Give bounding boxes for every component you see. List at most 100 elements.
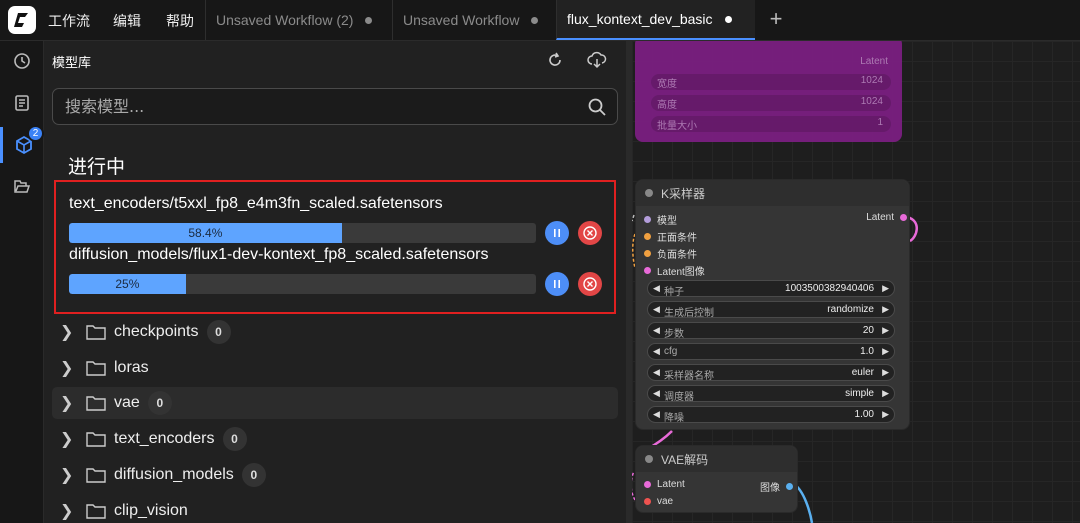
node-header[interactable]: VAE解码 <box>636 446 797 472</box>
widget-value: 1.00 <box>854 409 874 420</box>
seed-widget[interactable]: ◀ 种子 1003500382940406 ▶ <box>647 280 895 298</box>
cfg-widget[interactable]: ◀ cfg 1.0 ▶ <box>647 343 895 360</box>
workflows-button[interactable] <box>0 169 44 205</box>
node-title: K采样器 <box>661 186 706 201</box>
chevron-right-icon: ❯ <box>60 324 74 341</box>
folder-name: text_encoders <box>114 430 215 447</box>
collapse-dot-icon[interactable] <box>645 455 653 463</box>
input-model[interactable]: 模型 <box>644 212 677 227</box>
widget-label: 生成后控制 <box>664 308 714 319</box>
tab-unsaved-workflow-2[interactable]: Unsaved Workflow (2) <box>205 0 392 40</box>
tab-label: flux_kontext_dev_basic <box>567 11 713 27</box>
cancel-button[interactable] <box>578 221 602 245</box>
cancel-button[interactable] <box>578 272 602 296</box>
control-after-generate-widget[interactable]: ◀ 生成后控制 randomize ▶ <box>647 301 895 319</box>
pause-button[interactable] <box>545 221 569 245</box>
batch-size-widget[interactable]: 批量大小 1 <box>651 116 891 132</box>
cloud-download-button[interactable] <box>586 49 608 71</box>
height-widget[interactable]: 高度 1024 <box>651 95 891 111</box>
input-negative[interactable]: 负面条件 <box>644 246 697 261</box>
folder-diffusion-models[interactable]: ❯ diffusion_models 0 <box>52 459 618 491</box>
tab-unsaved-workflow[interactable]: Unsaved Workflow <box>392 0 556 40</box>
input-latent[interactable]: Latent <box>644 479 685 490</box>
workflow-canvas[interactable]: Latent 宽度 1024 高度 1024 批量大小 1 K采样器 模型 正面… <box>632 41 1080 523</box>
queue-icon <box>15 95 29 111</box>
node-header[interactable]: K采样器 <box>636 180 909 206</box>
unsaved-dot-icon[interactable] <box>365 16 373 24</box>
slot-label: 负面条件 <box>657 250 697 261</box>
sidebar-rail: 2 <box>0 41 44 523</box>
slot-label: Latent <box>657 479 685 490</box>
empty-latent-node[interactable]: Latent 宽度 1024 高度 1024 批量大小 1 <box>635 41 902 142</box>
collapse-dot-icon[interactable] <box>645 189 653 197</box>
pause-button[interactable] <box>545 272 569 296</box>
widget-label: 种子 <box>664 287 684 298</box>
search-icon[interactable] <box>587 97 607 117</box>
menu-edit[interactable]: 编辑 <box>113 0 141 41</box>
folder-open-icon <box>14 180 31 193</box>
vae-decode-node[interactable]: VAE解码 Latent vae 图像 <box>635 445 798 513</box>
input-vae[interactable]: vae <box>644 496 673 507</box>
folder-icon <box>86 468 106 483</box>
folder-vae[interactable]: ❯ vae 0 <box>52 387 618 419</box>
folder-loras[interactable]: ❯ loras <box>52 352 618 384</box>
tab-label: Unsaved Workflow (2) <box>216 12 354 28</box>
folder-count-badge: 0 <box>147 391 172 415</box>
widget-label: 步数 <box>664 329 684 340</box>
refresh-button[interactable] <box>544 49 566 71</box>
input-latent-image[interactable]: Latent图像 <box>644 263 705 278</box>
menu-help[interactable]: 帮助 <box>166 0 194 41</box>
scheduler-widget[interactable]: ◀ 调度器 simple ▶ <box>647 385 895 403</box>
width-widget[interactable]: 宽度 1024 <box>651 74 891 90</box>
denoise-widget[interactable]: ◀ 降噪 1.00 ▶ <box>647 406 895 424</box>
download-name: text_encoders/t5xxl_fp8_e4m3fn_scaled.sa… <box>69 195 443 212</box>
widget-value: 1003500382940406 <box>785 283 874 294</box>
model-library-button[interactable]: 2 <box>0 125 44 163</box>
output-image[interactable]: 图像 <box>760 479 793 494</box>
folder-icon <box>86 396 106 411</box>
search-input[interactable] <box>65 89 565 124</box>
slot-label: 图像 <box>760 483 780 494</box>
comfyui-logo-icon[interactable] <box>8 6 36 34</box>
widget-label: 调度器 <box>664 392 694 403</box>
model-library-badge: 2 <box>27 125 44 142</box>
folder-checkpoints[interactable]: ❯ checkpoints 0 <box>52 316 618 348</box>
history-icon <box>14 53 30 69</box>
ksampler-node[interactable]: K采样器 模型 正面条件 负面条件 Latent图像 Latent ◀ 种子 100… <box>635 179 910 430</box>
steps-widget[interactable]: ◀ 步数 20 ▶ <box>647 322 895 340</box>
tab-flux-kontext-dev-basic[interactable]: flux_kontext_dev_basic <box>556 0 755 40</box>
widget-value: 1 <box>877 117 883 128</box>
chevron-right-icon: ❯ <box>60 431 74 448</box>
menu-workflow[interactable]: 工作流 <box>48 0 90 41</box>
folder-text-encoders[interactable]: ❯ text_encoders 0 <box>52 423 618 455</box>
slot-label: vae <box>657 496 674 507</box>
unsaved-dot-icon[interactable] <box>531 16 539 24</box>
chevron-right-icon: ❯ <box>60 503 74 520</box>
cancel-icon <box>583 277 597 291</box>
pause-icon <box>554 280 560 288</box>
input-positive[interactable]: 正面条件 <box>644 229 697 244</box>
folder-name: vae <box>114 394 140 411</box>
widget-value: simple <box>845 388 874 399</box>
tab-label: Unsaved Workflow <box>403 12 520 28</box>
search-box <box>52 88 618 125</box>
folder-count-badge: 0 <box>222 427 247 451</box>
progress-label: 58.4% <box>188 226 223 240</box>
widget-value: euler <box>851 367 874 378</box>
folder-icon <box>86 432 106 447</box>
unsaved-dot-icon[interactable] <box>724 15 732 23</box>
sampler-name-widget[interactable]: ◀ 采样器名称 euler ▶ <box>647 364 895 382</box>
queue-button[interactable] <box>0 85 44 121</box>
output-latent[interactable]: Latent <box>866 212 907 223</box>
chevron-right-icon: ❯ <box>60 360 74 377</box>
history-button[interactable] <box>0 43 44 79</box>
cancel-icon <box>583 226 597 240</box>
folder-name: loras <box>114 359 149 376</box>
folder-clip-vision[interactable]: ❯ clip_vision <box>52 495 618 523</box>
widget-value: 1024 <box>860 96 883 107</box>
folder-name: clip_vision <box>114 502 188 519</box>
pause-icon <box>554 229 560 237</box>
widget-value: 1024 <box>860 75 883 86</box>
widget-label: cfg <box>664 346 678 357</box>
new-tab-button[interactable]: + <box>765 8 787 30</box>
